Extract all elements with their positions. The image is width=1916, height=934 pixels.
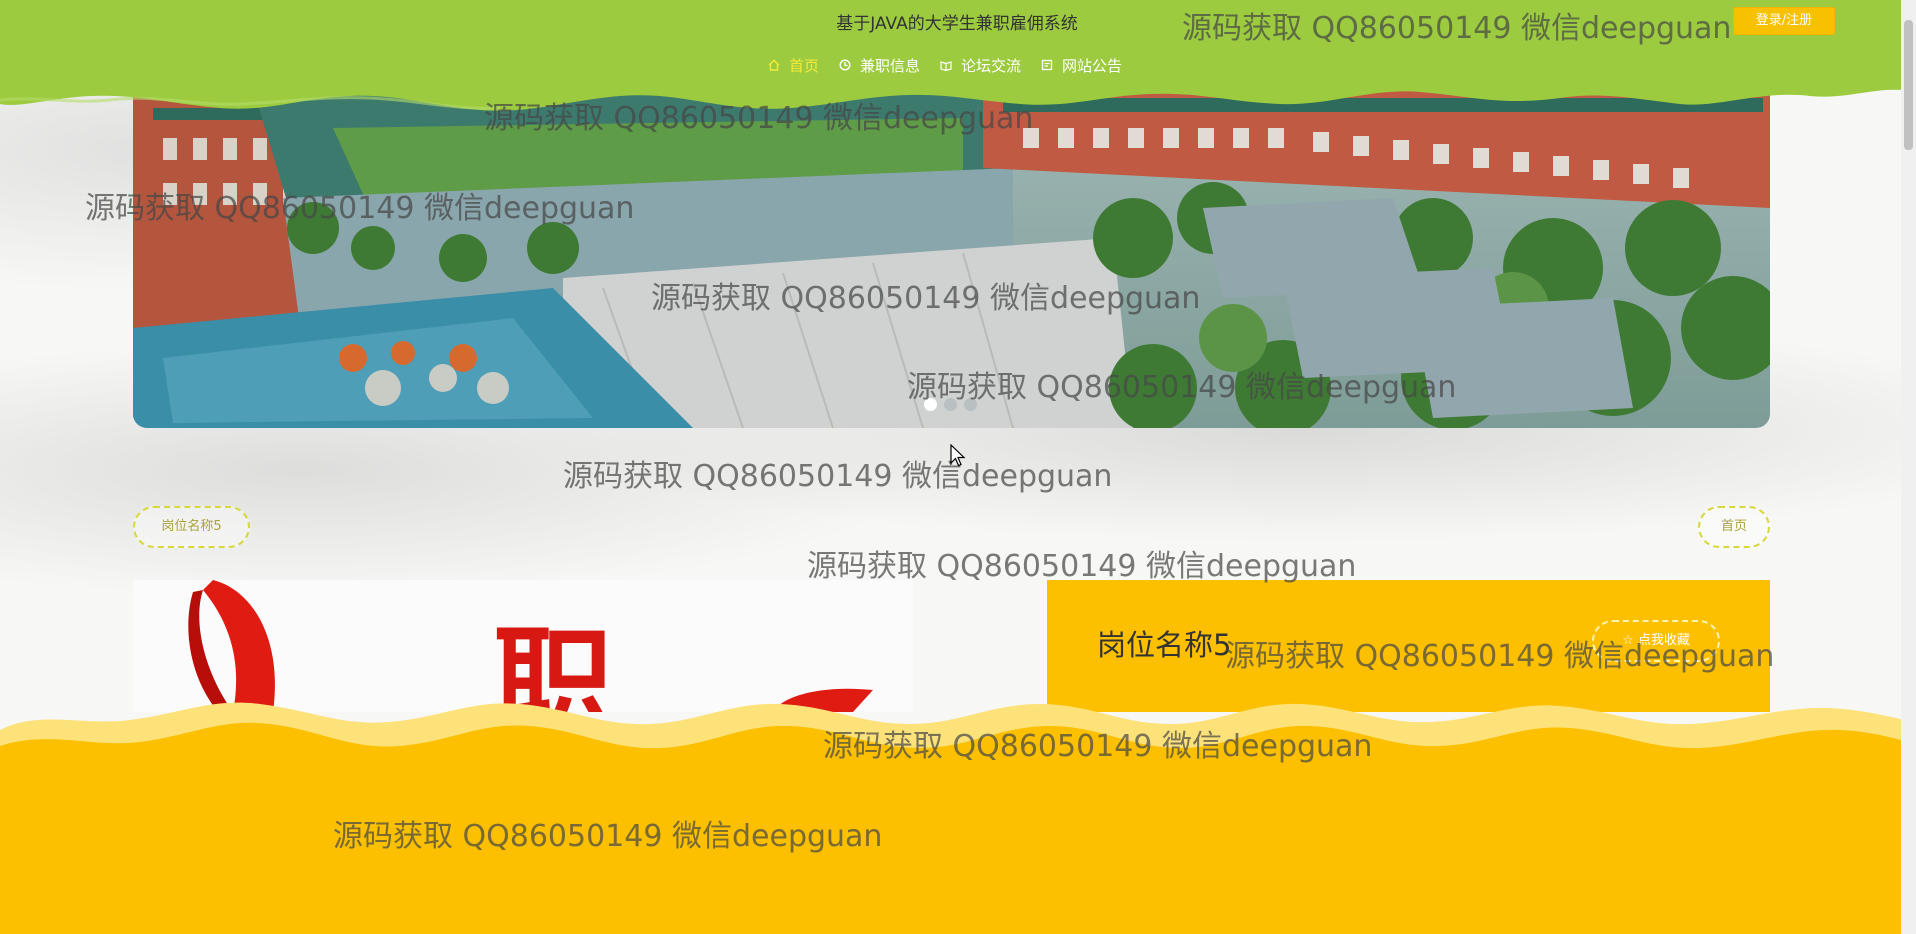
nav-label-jobs: 兼职信息 xyxy=(860,56,921,75)
notice-icon xyxy=(1041,59,1053,71)
site-footer xyxy=(0,690,1916,934)
mouse-cursor-icon xyxy=(950,444,966,467)
home-icon xyxy=(768,59,780,71)
star-icon: ☆ xyxy=(1622,633,1638,648)
breadcrumb-job-name: 岗位名称5 xyxy=(133,506,250,548)
nav-item-home[interactable]: 首页 xyxy=(758,54,829,76)
nav-label-notice: 网站公告 xyxy=(1062,56,1123,75)
site-header: 基于JAVA的大学生兼职雇佣系统 登录/注册 首页 兼职信息 论坛交流 网站公告 xyxy=(0,0,1916,118)
scrollbar-thumb[interactable] xyxy=(1904,20,1913,150)
job-title: 岗位名称5 xyxy=(1097,628,1232,662)
clock-icon xyxy=(839,59,851,71)
carousel-dot-1[interactable] xyxy=(924,398,937,411)
book-icon xyxy=(940,61,952,71)
site-title: 基于JAVA的大学生兼职雇佣系统 xyxy=(836,14,1078,34)
carousel-dot-3[interactable] xyxy=(964,398,977,411)
main-nav: 首页 兼职信息 论坛交流 网站公告 xyxy=(758,54,1132,76)
favorite-button[interactable]: ☆ 点我收藏 xyxy=(1592,620,1720,662)
banner-carousel[interactable] xyxy=(133,88,1770,428)
nav-label-home: 首页 xyxy=(789,56,820,75)
nav-label-forum: 论坛交流 xyxy=(961,56,1022,75)
campus-banner-image xyxy=(133,88,1770,428)
breadcrumb-home-link[interactable]: 首页 xyxy=(1698,506,1770,548)
nav-item-jobs[interactable]: 兼职信息 xyxy=(829,54,930,76)
nav-item-forum[interactable]: 论坛交流 xyxy=(930,54,1031,76)
login-register-button[interactable]: 登录/注册 xyxy=(1733,7,1835,35)
carousel-indicators xyxy=(924,398,977,411)
carousel-dot-2[interactable] xyxy=(944,398,957,411)
favorite-label: 点我收藏 xyxy=(1637,633,1690,648)
page-scrollbar[interactable] xyxy=(1901,0,1916,934)
nav-item-notice[interactable]: 网站公告 xyxy=(1031,54,1132,76)
footer-wave-background xyxy=(0,702,1916,934)
